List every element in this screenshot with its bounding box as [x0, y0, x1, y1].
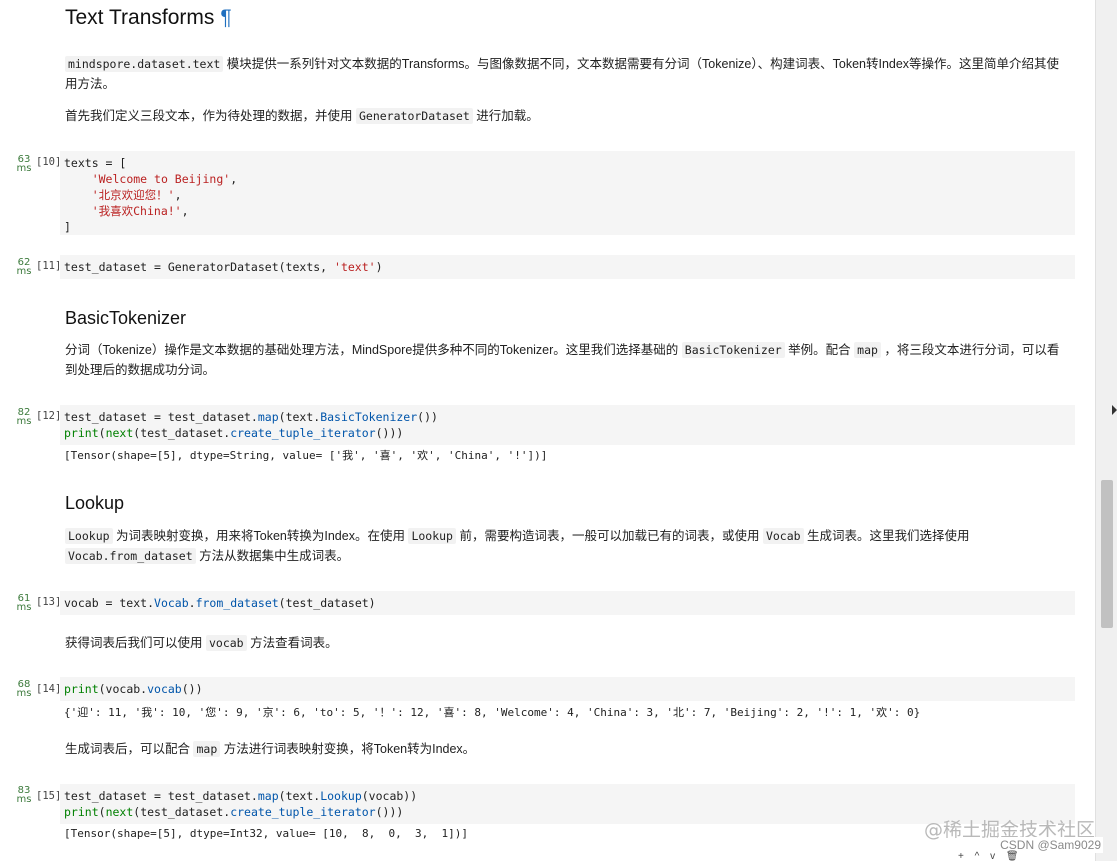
exec-count: [12] [36, 410, 62, 422]
intro-paragraph-2: 首先我们定义三段文本，作为待处理的数据，并使用 GeneratorDataset… [65, 108, 539, 124]
inline-code: map [193, 741, 221, 757]
cell-timing: 63 ms [16, 154, 32, 174]
cell-toolbar[interactable]: + ^ v 🗑 [958, 851, 1023, 861]
cell-timing: 62 ms [16, 257, 32, 277]
heading-lookup: Lookup [65, 493, 125, 513]
map-paragraph: 生成词表后，可以配合 map 方法进行词表映射变换，将Token转为Index。 [65, 741, 476, 757]
notebook-page: Text Transforms ¶ mindspore.dataset.text … [0, 0, 1117, 861]
cell-timing: 68 ms [16, 679, 32, 699]
code-cell[interactable]: test_dataset = GeneratorDataset(texts, '… [60, 255, 1075, 279]
exec-count: [14] [36, 683, 62, 695]
inline-code: map [854, 342, 881, 358]
inline-code: Vocab.from_dataset [65, 548, 196, 564]
section-title: Text Transforms ¶ [65, 6, 232, 29]
anchor-link[interactable]: ¶ [220, 6, 231, 29]
intro-paragraph: mindspore.dataset.text 模块提供一系列针对文本数据的Tra… [65, 56, 1060, 91]
inline-code: vocab [205, 635, 247, 651]
cell-output: {'迎': 11, '我': 10, '您': 9, '京': 6, 'to':… [64, 706, 921, 719]
code-cell[interactable]: print(vocab.vocab()) [60, 677, 1075, 701]
cell-timing: 61 ms [16, 593, 32, 613]
vocab-paragraph: 获得词表后我们可以使用 vocab 方法查看词表。 [65, 635, 338, 651]
exec-count: [11] [36, 260, 62, 272]
inline-code: BasicTokenizer [681, 342, 785, 358]
inline-code: mindspore.dataset.text [65, 56, 224, 72]
code-cell[interactable]: texts = [ 'Welcome to Beijing', '北京欢迎您！'… [60, 151, 1075, 235]
inline-code: Vocab [762, 528, 804, 544]
code-cell[interactable]: test_dataset = test_dataset.map(text.Loo… [60, 784, 1075, 824]
exec-count: [13] [36, 596, 62, 608]
cell-output: [Tensor(shape=[5], dtype=String, value= … [64, 449, 548, 462]
cell-timing: 83 ms [16, 785, 32, 805]
code-cell[interactable]: vocab = text.Vocab.from_dataset(test_dat… [60, 591, 1075, 615]
chevron-right-icon[interactable] [1112, 405, 1117, 415]
vertical-scrollbar[interactable] [1095, 0, 1117, 861]
lookup-paragraph: Lookup 为词表映射变换，用来将Token转换为Index。在使用 Look… [65, 526, 1065, 566]
exec-count: [15] [36, 790, 62, 802]
exec-count: [10] [36, 156, 62, 168]
cell-output: [Tensor(shape=[5], dtype=Int32, value= [… [64, 827, 468, 840]
code-cell[interactable]: test_dataset = test_dataset.map(text.Bas… [60, 405, 1075, 445]
scrollbar-thumb[interactable] [1101, 480, 1113, 628]
cell-timing: 82 ms [16, 407, 32, 427]
heading-basic-tokenizer: BasicTokenizer [65, 308, 187, 328]
inline-code: Lookup [65, 528, 113, 544]
inline-code: GeneratorDataset [355, 108, 473, 124]
basic-paragraph: 分词（Tokenize）操作是文本数据的基础处理方法，MindSpore提供多种… [65, 342, 1060, 377]
inline-code: Lookup [408, 528, 456, 544]
